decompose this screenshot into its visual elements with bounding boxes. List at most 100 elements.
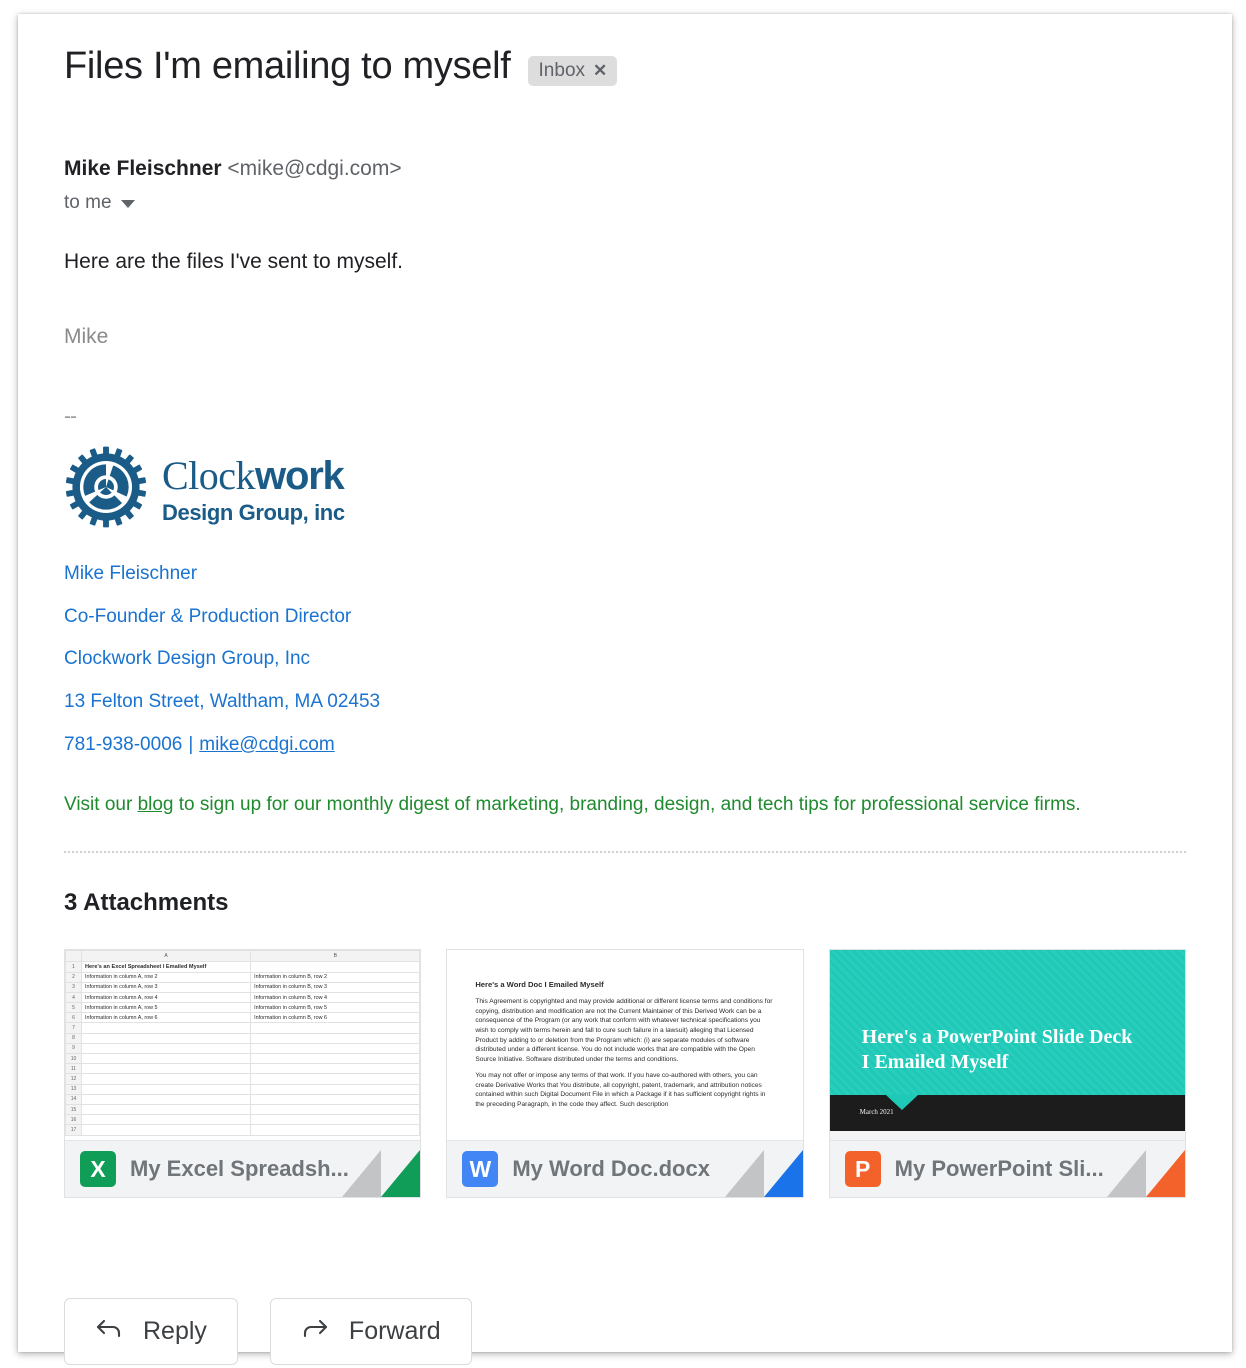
attachments-heading: 3 Attachments [64, 889, 229, 917]
slide-bottom-area [829, 1131, 1185, 1141]
table-row: 17 [65, 1124, 421, 1136]
label-chip-text: Inbox [538, 59, 586, 81]
spreadsheet-row-number: 16 [65, 1114, 82, 1126]
attachment-preview-slide: Here's a PowerPoint Slide Deck I Emailed… [829, 950, 1185, 1141]
spreadsheet-row-number: 3 [65, 981, 82, 993]
spreadsheet-cell-b [250, 1032, 421, 1044]
spreadsheet-row-number: 5 [65, 1002, 82, 1014]
table-row: 6 Information in column A, row 6 Informati… [65, 1012, 421, 1024]
spreadsheet-cell-b: Information in column B, row 2 [250, 971, 421, 983]
table-row: 3 Information in column A, row 3 Informati… [65, 981, 421, 993]
spreadsheet-table: A B 1 Here's an Excel Spreadsheet I Email… [65, 950, 421, 1136]
recipient-row[interactable]: to me [64, 192, 1186, 214]
signature-title: Co-Founder & Production Director [64, 605, 352, 627]
table-row: 12 [65, 1073, 421, 1085]
spreadsheet-row-number: 4 [65, 991, 82, 1004]
attachment-fold-corner [1106, 1150, 1185, 1198]
spreadsheet-cell-b: Information in column B, row 5 [250, 1002, 421, 1014]
blog-prefix: Visit our [64, 793, 138, 815]
powerpoint-icon: P [844, 1151, 881, 1188]
attachment-filename-word: My Word Doc.docx [512, 1156, 710, 1182]
sender-name[interactable]: Mike Fleischner [64, 157, 222, 180]
spreadsheet-row-number: 13 [65, 1083, 82, 1095]
spreadsheet-cell-a: Information in column A, row 2 [80, 971, 252, 983]
chevron-down-icon[interactable] [120, 199, 135, 208]
table-row: 4 Information in column A, row 4 Informati… [65, 991, 421, 1004]
spreadsheet-cell-a: Information in column A, row 4 [80, 991, 252, 1004]
spreadsheet-cell-b [250, 1063, 421, 1075]
spreadsheet-cell-b [250, 1114, 421, 1126]
attachments-grid: A B 1 Here's an Excel Spreadsheet I Email… [64, 949, 1186, 1199]
signature-email-link[interactable]: mike@cdgi.com [199, 734, 334, 755]
spreadsheet-cell-a [80, 1073, 252, 1085]
spreadsheet-row-number: 8 [65, 1032, 82, 1044]
spreadsheet-cell-a [80, 1042, 252, 1055]
document-paragraph: You may not offer or impose any terms of… [475, 1072, 766, 1108]
forward-button[interactable]: Forward [269, 1298, 472, 1366]
attachment-footer-word: W My Word Doc.docx [447, 1140, 803, 1198]
reply-button[interactable]: Reply [64, 1298, 238, 1366]
table-row: 5 Information in column A, row 5 Informati… [65, 1002, 421, 1014]
attachment-card-word[interactable]: Here's a Word Doc I Emailed Myself This … [446, 949, 804, 1199]
table-row: 15 [65, 1103, 421, 1116]
logo-tagline: Design Group, inc [162, 499, 345, 525]
slide-date: March 2021 [859, 1108, 894, 1117]
spreadsheet-cell-a [80, 1114, 252, 1126]
signature-logo: Clockwork Design Group, inc [64, 442, 1186, 538]
attachment-preview-document: Here's a Word Doc I Emailed Myself This … [447, 950, 803, 1141]
blog-link[interactable]: blog [138, 794, 174, 815]
spreadsheet-cell-b [250, 1042, 421, 1055]
subject-row: Files I'm emailing to myself Inbox ✕ [64, 45, 1186, 88]
word-icon: W [462, 1151, 499, 1188]
signature-separator: -- [64, 405, 77, 429]
spreadsheet-cell-a [80, 1103, 252, 1116]
attachment-fold-corner [724, 1150, 803, 1198]
spreadsheet-cell-a: Information in column A, row 5 [80, 1002, 252, 1014]
signature-company: Clockwork Design Group, Inc [64, 648, 311, 670]
signature-name: Mike Fleischner [64, 562, 198, 584]
signature-address: 13 Felton Street, Waltham, MA 02453 [64, 691, 381, 713]
signature-contact-block: Mike Fleischner Co-Founder & Production … [64, 562, 1186, 817]
signature-blog-line: Visit our blog to sign up for our monthl… [64, 793, 1186, 818]
spreadsheet-cell-b [250, 1083, 421, 1095]
recipient-label: to me [64, 191, 112, 213]
logo-word-clock: Clock [162, 452, 256, 498]
content-divider [64, 851, 1186, 854]
table-row: 2 Information in column A, row 2 Informati… [65, 971, 421, 983]
spreadsheet-cell-b [250, 1053, 421, 1065]
spreadsheet-cell-a [80, 1083, 252, 1095]
sender-block: Mike Fleischner <mike@cdgi.com> to me [64, 156, 1186, 214]
attachment-filename-powerpoint: My PowerPoint Sli... [894, 1156, 1104, 1182]
spreadsheet-cell-a [80, 1032, 252, 1044]
spreadsheet-body: 1 Here's an Excel Spreadsheet I Emailed M… [65, 961, 421, 1136]
forward-label: Forward [348, 1317, 441, 1346]
label-chip-inbox[interactable]: Inbox ✕ [527, 55, 618, 86]
spreadsheet-cell-b: Information in column B, row 6 [250, 1012, 421, 1024]
spreadsheet-cell-a [80, 1124, 252, 1136]
reply-arrow-icon [95, 1316, 125, 1347]
document-paragraph: This Agreement is copyrighted and may pr… [475, 998, 773, 1063]
attachment-filename-excel: My Excel Spreadsh... [130, 1156, 349, 1182]
spreadsheet-row-number: 7 [65, 1022, 82, 1034]
spreadsheet-cell-b [250, 1103, 421, 1116]
excel-icon: X [80, 1151, 116, 1188]
table-row: 7 [65, 1022, 421, 1034]
signature-divider: | [188, 733, 194, 755]
sender-line: Mike Fleischner <mike@cdgi.com> [64, 156, 1186, 181]
table-row: 11 [65, 1063, 421, 1075]
spreadsheet-row-number: 17 [65, 1124, 82, 1136]
spreadsheet-cell-a [80, 1093, 252, 1105]
spreadsheet-cell-b [250, 1124, 421, 1136]
logo-wordmark: Clockwork Design Group, inc [162, 452, 345, 525]
signature-phone-row: 781-938-0006 | mike@cdgi.com [64, 733, 1186, 757]
spreadsheet-row-number: 14 [65, 1093, 82, 1105]
signature-phone: 781-938-0006 [64, 733, 183, 755]
sender-email[interactable]: <mike@cdgi.com> [227, 157, 401, 180]
attachment-card-powerpoint[interactable]: Here's a PowerPoint Slide Deck I Emailed… [828, 949, 1186, 1199]
close-icon[interactable]: ✕ [593, 62, 607, 79]
attachment-card-excel[interactable]: A B 1 Here's an Excel Spreadsheet I Email… [64, 949, 422, 1199]
spreadsheet-cell-a: Information in column A, row 3 [80, 981, 252, 993]
spreadsheet-row-number: 2 [65, 971, 82, 983]
table-row: 14 [65, 1093, 421, 1105]
logo-word-work: work [255, 453, 345, 498]
